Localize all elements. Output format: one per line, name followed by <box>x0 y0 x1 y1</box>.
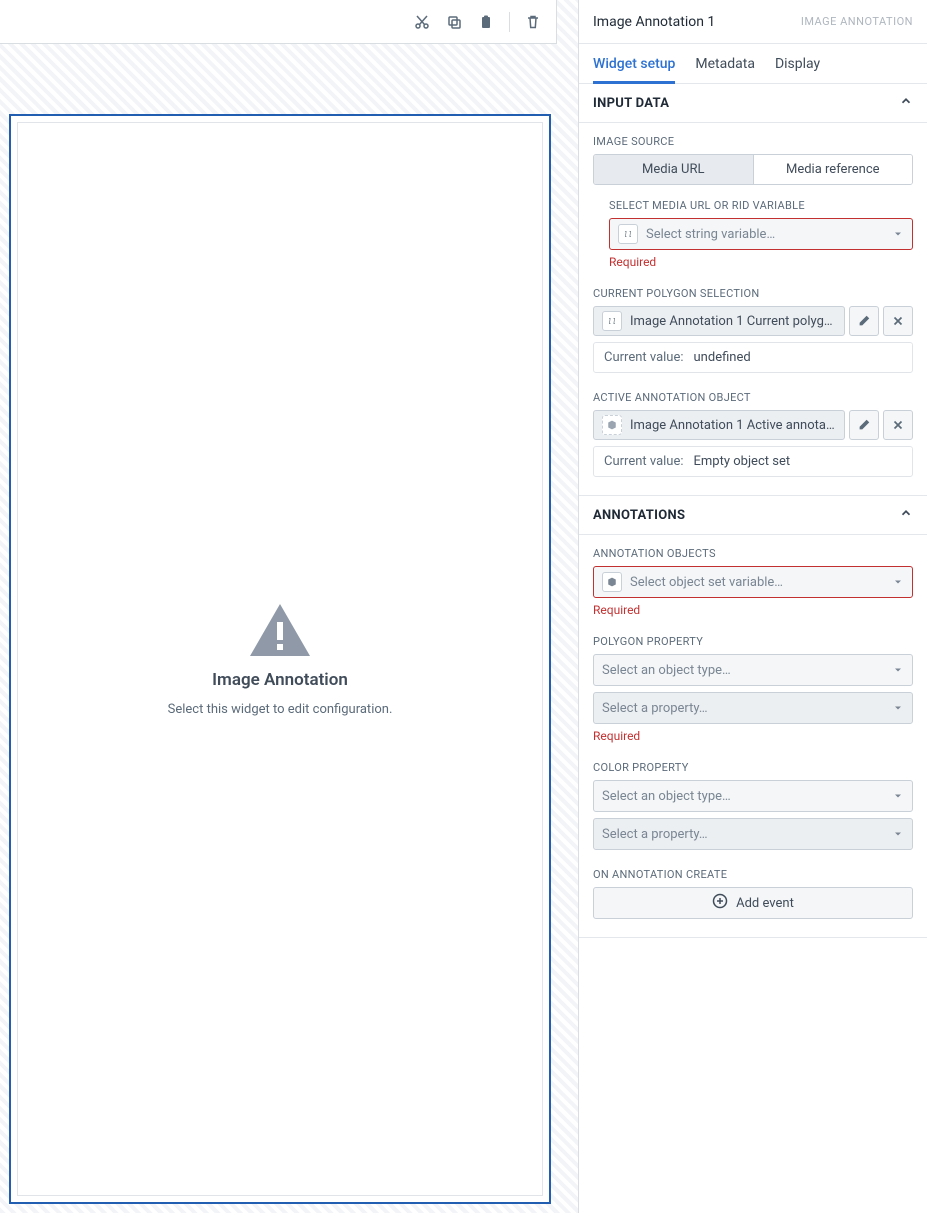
tab-metadata[interactable]: Metadata <box>695 45 755 84</box>
image-source-segmented: Media URL Media reference <box>593 154 913 185</box>
widget-canvas[interactable]: Image Annotation Select this widget to e… <box>9 114 551 1204</box>
image-source-label: IMAGE SOURCE <box>593 135 913 148</box>
current-value-label: Current value: <box>604 454 684 469</box>
annotation-objects-select[interactable]: Select object set variable… <box>593 566 913 598</box>
color-property-prop-select[interactable]: Select a property… <box>593 818 913 850</box>
edit-button[interactable] <box>849 306 879 336</box>
caret-down-icon <box>892 702 904 714</box>
paste-button[interactable] <box>471 7 501 37</box>
current-value-text: undefined <box>694 350 751 365</box>
polygon-property-required: Required <box>593 729 913 743</box>
clear-button[interactable] <box>883 410 913 440</box>
section-annotations-content: ANNOTATION OBJECTS Select object set var… <box>579 535 927 938</box>
active-annotation-variable[interactable]: Image Annotation 1 Active annotation o… <box>593 410 845 440</box>
caret-down-icon <box>892 664 904 676</box>
field-polygon-property: POLYGON PROPERTY Select an object type… … <box>593 635 913 743</box>
config-panel: Image Annotation 1 IMAGE ANNOTATION Widg… <box>578 0 927 1213</box>
string-var-icon <box>618 224 638 244</box>
canvas-toolbar <box>0 0 557 44</box>
add-event-label: Add event <box>736 896 794 911</box>
polygon-property-type-select[interactable]: Select an object type… <box>593 654 913 686</box>
cut-button[interactable] <box>407 7 437 37</box>
main-column: Image Annotation Select this widget to e… <box>0 0 557 1213</box>
tab-widget-setup[interactable]: Widget setup <box>593 45 675 84</box>
active-annotation-label: ACTIVE ANNOTATION OBJECT <box>593 391 913 404</box>
field-on-annotation-create: ON ANNOTATION CREATE Add event <box>593 868 913 919</box>
color-property-prop-placeholder: Select a property… <box>602 827 708 842</box>
current-polygon-variable[interactable]: Image Annotation 1 Current polygon sel… <box>593 306 845 336</box>
copy-button[interactable] <box>439 7 469 37</box>
caret-down-icon <box>892 828 904 840</box>
caret-down-icon <box>892 790 904 802</box>
caret-down-icon <box>892 576 904 588</box>
section-input-data-content: IMAGE SOURCE Media URL Media reference S… <box>579 123 927 496</box>
active-annotation-current-value: Current value: Empty object set <box>593 446 913 477</box>
polygon-property-prop-select[interactable]: Select a property… <box>593 692 913 724</box>
widget-selection-frame: Image Annotation Select this widget to e… <box>9 114 551 1204</box>
panel-body: INPUT DATA IMAGE SOURCE Media URL Media … <box>579 84 927 1213</box>
polygon-property-prop-placeholder: Select a property… <box>602 701 708 716</box>
widget-placeholder-title: Image Annotation <box>212 670 348 690</box>
chevron-up-icon <box>899 506 913 524</box>
field-image-source: IMAGE SOURCE Media URL Media reference S… <box>593 135 913 269</box>
edit-button[interactable] <box>849 410 879 440</box>
add-event-button[interactable]: Add event <box>593 887 913 919</box>
panel-header: Image Annotation 1 IMAGE ANNOTATION <box>579 0 927 44</box>
panel-tabs: Widget setup Metadata Display <box>579 44 927 84</box>
media-url-var-label: SELECT MEDIA URL OR RID VARIABLE <box>609 199 913 212</box>
clear-button[interactable] <box>883 306 913 336</box>
media-url-var-select[interactable]: Select string variable… <box>609 218 913 250</box>
toolbar-divider <box>509 12 510 32</box>
section-input-data-header[interactable]: INPUT DATA <box>579 84 927 123</box>
field-color-property: COLOR PROPERTY Select an object type… Se… <box>593 761 913 850</box>
chevron-up-icon <box>899 94 913 112</box>
field-active-annotation: ACTIVE ANNOTATION OBJECT Image Annotatio… <box>593 391 913 477</box>
current-polygon-value: Image Annotation 1 Current polygon sel… <box>630 314 836 329</box>
warning-icon <box>248 602 312 658</box>
polygon-property-type-placeholder: Select an object type… <box>602 663 731 678</box>
active-annotation-value: Image Annotation 1 Active annotation o… <box>630 418 836 433</box>
color-property-label: COLOR PROPERTY <box>593 761 913 774</box>
panel-type-label: IMAGE ANNOTATION <box>801 15 913 28</box>
plus-circle-icon <box>712 893 728 913</box>
media-url-var-required: Required <box>609 255 913 269</box>
media-url-var-placeholder: Select string variable… <box>646 227 775 242</box>
annotation-objects-placeholder: Select object set variable… <box>630 575 783 590</box>
widget-placeholder-subtitle: Select this widget to edit configuration… <box>168 702 393 717</box>
polygon-property-label: POLYGON PROPERTY <box>593 635 913 648</box>
panel-title: Image Annotation 1 <box>593 14 715 30</box>
section-input-data-title: INPUT DATA <box>593 96 669 111</box>
annotation-objects-label: ANNOTATION OBJECTS <box>593 547 913 560</box>
object-var-icon <box>602 415 622 435</box>
current-polygon-current-value: Current value: undefined <box>593 342 913 373</box>
field-annotation-objects: ANNOTATION OBJECTS Select object set var… <box>593 547 913 617</box>
section-annotations-title: ANNOTATIONS <box>593 508 685 523</box>
delete-button[interactable] <box>518 7 548 37</box>
annotation-objects-required: Required <box>593 603 913 617</box>
current-polygon-label: CURRENT POLYGON SELECTION <box>593 287 913 300</box>
caret-down-icon <box>892 228 904 240</box>
seg-media-url[interactable]: Media URL <box>594 155 753 184</box>
object-set-icon <box>602 572 622 592</box>
section-annotations-header[interactable]: ANNOTATIONS <box>579 496 927 535</box>
field-current-polygon: CURRENT POLYGON SELECTION Image Annotati… <box>593 287 913 373</box>
tab-display[interactable]: Display <box>775 45 820 84</box>
seg-media-reference[interactable]: Media reference <box>753 155 913 184</box>
string-var-icon <box>602 311 622 331</box>
color-property-type-placeholder: Select an object type… <box>602 789 731 804</box>
widget-placeholder: Image Annotation Select this widget to e… <box>17 122 543 1196</box>
current-value-label: Current value: <box>604 350 684 365</box>
color-property-type-select[interactable]: Select an object type… <box>593 780 913 812</box>
current-value-text: Empty object set <box>694 454 791 469</box>
on-create-label: ON ANNOTATION CREATE <box>593 868 913 881</box>
